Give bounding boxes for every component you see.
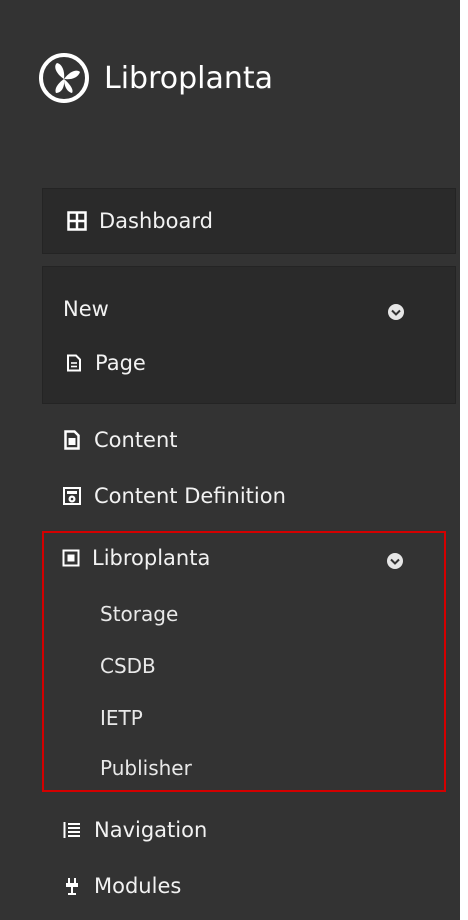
brand-name: Libroplanta: [104, 60, 274, 96]
grid-icon: [67, 211, 87, 231]
submenu-item-storage-label: Storage: [100, 602, 179, 626]
dashboard-item[interactable]: Dashboard: [42, 188, 456, 254]
menu-item-content-definition[interactable]: Content Definition: [62, 484, 286, 508]
list-icon: [63, 822, 80, 838]
new-section-title: New: [63, 297, 109, 321]
menu-item-libroplanta[interactable]: Libroplanta: [62, 546, 210, 570]
submenu-item-csdb-label: CSDB: [100, 654, 156, 678]
menu-item-content-label: Content: [94, 428, 178, 452]
submenu-item-publisher-label: Publisher: [100, 756, 192, 780]
submenu-item-storage[interactable]: Storage: [100, 602, 178, 626]
menu-item-content[interactable]: Content: [62, 428, 178, 452]
gear-doc-icon: [63, 487, 81, 505]
brand[interactable]: Libroplanta: [38, 52, 273, 104]
menu-item-navigation-label: Navigation: [94, 818, 208, 842]
dashboard-label: Dashboard: [99, 209, 213, 233]
submenu-item-publisher[interactable]: Publisher: [100, 756, 192, 780]
submenu-item-csdb[interactable]: CSDB: [100, 654, 156, 678]
menu-item-modules-label: Modules: [94, 874, 182, 898]
page-icon: [67, 354, 81, 372]
menu-item-libroplanta-label: Libroplanta: [92, 546, 211, 570]
plug-icon: [66, 878, 78, 895]
submenu-item-ietp[interactable]: IETP: [100, 706, 143, 730]
leaf-logo-icon: [39, 53, 89, 103]
menu-item-navigation[interactable]: Navigation: [62, 818, 207, 842]
menu-item-modules[interactable]: Modules: [62, 874, 181, 898]
chevron-down-icon[interactable]: [386, 552, 404, 570]
new-page-label: Page: [95, 351, 146, 375]
new-section: New Page: [42, 266, 456, 404]
menu-item-content-definition-label: Content Definition: [94, 484, 286, 508]
document-icon: [64, 430, 80, 450]
new-section-header[interactable]: New: [63, 297, 109, 321]
submenu-item-ietp-label: IETP: [100, 706, 143, 730]
chevron-down-icon[interactable]: [387, 303, 405, 321]
new-page-item[interactable]: Page: [65, 351, 146, 375]
sidebar: Libroplanta Dashboard New Page Content C…: [0, 0, 460, 920]
square-icon: [62, 549, 80, 567]
